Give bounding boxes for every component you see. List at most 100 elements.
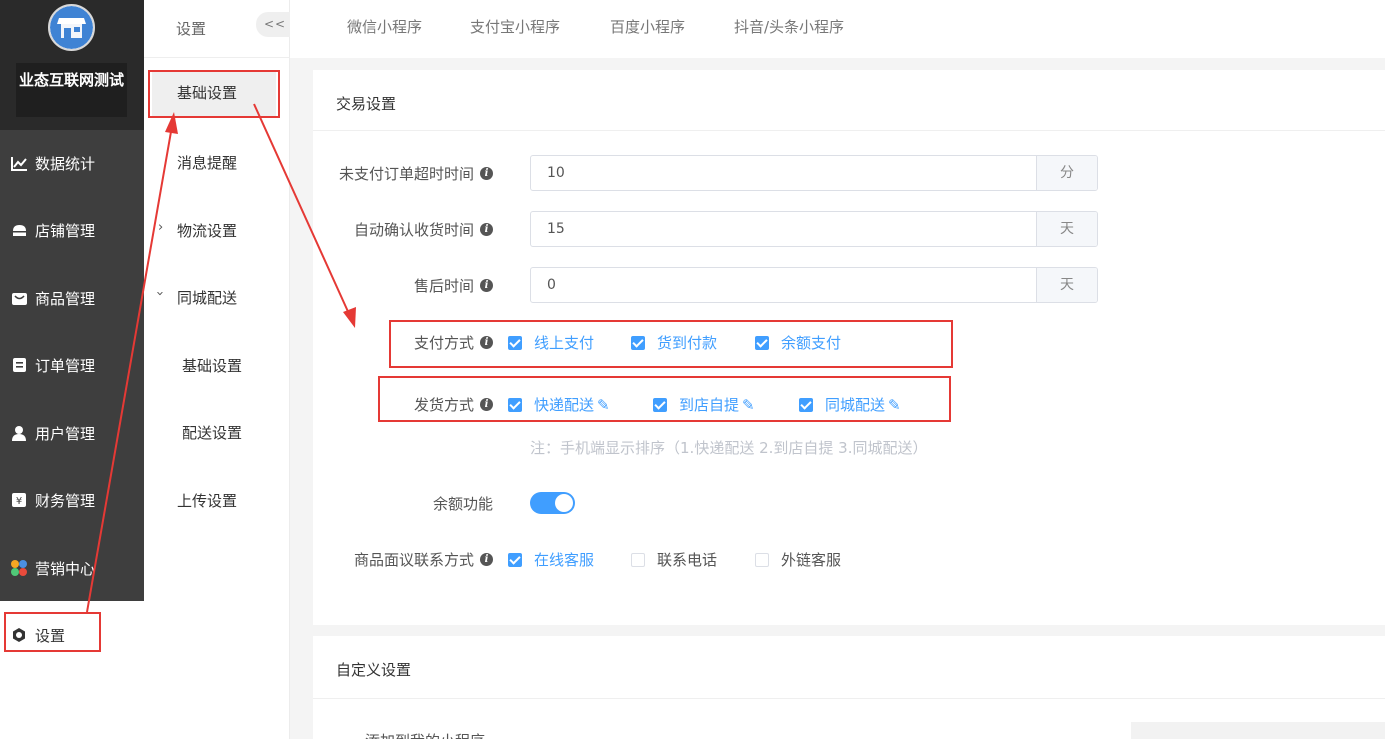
- sidebar-item-store[interactable]: 店铺管理: [0, 210, 144, 250]
- payment-balance-checkbox[interactable]: 余额支付: [755, 332, 841, 353]
- checkbox-checked[interactable]: [508, 335, 522, 350]
- sidebar-item-marketing[interactable]: 营销中心: [0, 548, 144, 588]
- marketing-icon: [10, 559, 28, 577]
- shipping-order-note: 注：手机端显示排序（1.快递配送 2.到店自提 3.同城配送）: [530, 439, 928, 457]
- payment-cod-checkbox[interactable]: 货到付款: [631, 332, 717, 353]
- after-sale-field[interactable]: 0 天: [530, 267, 1098, 303]
- unpaid-timeout-label: 未支付订单超时时间 i: [313, 163, 493, 184]
- checkbox-checked[interactable]: [755, 335, 769, 350]
- sidebar-item-label: 营销中心: [35, 559, 96, 578]
- sidebar-item-products[interactable]: 商品管理: [0, 278, 144, 318]
- checkbox-unchecked[interactable]: [631, 552, 645, 567]
- contact-external-checkbox[interactable]: 外链客服: [755, 549, 841, 570]
- checkbox-label: 快递配送: [534, 396, 595, 414]
- info-icon[interactable]: i: [480, 167, 493, 180]
- checkbox-label: 余额支付: [781, 334, 842, 352]
- toggle-knob: [555, 494, 573, 512]
- finance-icon: ¥: [10, 491, 28, 509]
- auto-confirm-value[interactable]: 15: [531, 212, 1036, 246]
- chevron-down-icon: ›: [152, 290, 168, 297]
- sidebar-item-users[interactable]: 用户管理: [0, 413, 144, 453]
- sidebar-item-settings[interactable]: 设置: [0, 601, 144, 669]
- subnav-item-upload[interactable]: 上传设置: [177, 490, 237, 511]
- unpaid-timeout-field[interactable]: 10 分: [530, 155, 1098, 191]
- line-chart-icon: [10, 154, 28, 172]
- subnav-item-city-delivery[interactable]: 同城配送: [177, 287, 237, 308]
- sidebar-header: 业态互联网测试: [0, 0, 144, 130]
- edit-pencil-icon[interactable]: ✎: [742, 396, 755, 414]
- payment-online-checkbox[interactable]: 线上支付: [508, 332, 594, 353]
- trade-settings-card: 交易设置 未支付订单超时时间 i 10 分 自动确认收货时间 i 15 天 售后时间…: [313, 70, 1385, 625]
- app-root: 业态互联网测试 数据统计 店铺管理 商品管理 订单管理 用户管理 ¥ 财务管理: [0, 0, 1385, 739]
- subnav-item-message[interactable]: 消息提醒: [177, 152, 237, 173]
- info-icon[interactable]: i: [480, 336, 493, 349]
- card-title: 自定义设置: [336, 661, 412, 679]
- balance-toggle[interactable]: [530, 492, 575, 514]
- sidebar-item-label: 店铺管理: [35, 221, 96, 240]
- sidebar-item-label: 财务管理: [35, 491, 96, 510]
- subnav-item-logistics[interactable]: 物流设置: [177, 220, 237, 241]
- shipping-express-checkbox[interactable]: 快递配送 ✎: [508, 394, 610, 415]
- after-sale-value[interactable]: 0: [531, 268, 1036, 302]
- checkbox-checked[interactable]: [508, 397, 522, 412]
- preview-panel: [1131, 722, 1385, 739]
- info-icon[interactable]: i: [480, 279, 493, 292]
- sidebar-item-orders[interactable]: 订单管理: [0, 345, 144, 385]
- auto-confirm-field[interactable]: 15 天: [530, 211, 1098, 247]
- subnav-item-city-basic[interactable]: 基础设置: [182, 355, 242, 376]
- checkbox-label: 到店自提: [679, 396, 740, 414]
- info-icon[interactable]: i: [480, 553, 493, 566]
- tab-douyin[interactable]: 抖音/头条小程序: [734, 16, 844, 37]
- tab-wechat[interactable]: 微信小程序: [347, 16, 422, 37]
- platform-tabs: 微信小程序 支付宝小程序 百度小程序 抖音/头条小程序: [290, 0, 1385, 58]
- checkbox-label: 在线客服: [534, 551, 595, 569]
- checkbox-checked[interactable]: [508, 552, 522, 567]
- sidebar-item-finance[interactable]: ¥ 财务管理: [0, 480, 144, 520]
- payment-method-label: 支付方式 i: [313, 332, 493, 353]
- shop-logo-icon[interactable]: [48, 4, 95, 51]
- contact-online-checkbox[interactable]: 在线客服: [508, 549, 594, 570]
- sidebar-item-label: 数据统计: [35, 154, 96, 173]
- checkbox-label: 同城配送: [825, 396, 886, 414]
- collapse-button[interactable]: <<: [256, 12, 292, 37]
- subnav-item-basic[interactable]: 基础设置: [152, 70, 276, 116]
- card-title: 交易设置: [336, 95, 397, 113]
- contact-method-label: 商品面议联系方式 i: [313, 549, 493, 570]
- unpaid-timeout-value[interactable]: 10: [531, 156, 1036, 190]
- shipping-pickup-checkbox[interactable]: 到店自提 ✎: [653, 394, 755, 415]
- sidebar-footer: [0, 669, 144, 739]
- checkbox-unchecked[interactable]: [755, 552, 769, 567]
- add-miniprogram-label: 添加到我的小程序: [365, 730, 485, 739]
- tab-baidu[interactable]: 百度小程序: [610, 16, 685, 37]
- balance-function-label: 余额功能: [313, 493, 493, 514]
- checkbox-checked[interactable]: [799, 397, 813, 412]
- checkbox-label: 联系电话: [657, 551, 718, 569]
- checkbox-checked[interactable]: [653, 397, 667, 412]
- user-icon: [10, 424, 28, 442]
- label-text: 商品面议联系方式: [353, 551, 474, 569]
- subnav-title: 设置: [176, 20, 207, 38]
- label-text: 余额功能: [432, 495, 493, 513]
- svg-text:¥: ¥: [16, 496, 22, 507]
- shipping-city-checkbox[interactable]: 同城配送 ✎: [799, 394, 901, 415]
- settings-subnav: 设置 << 基础设置 消息提醒 › 物流设置 › 同城配送 基础设置 配送设置 …: [144, 0, 292, 739]
- tab-alipay[interactable]: 支付宝小程序: [470, 16, 560, 37]
- sidebar-item-label: 商品管理: [35, 289, 96, 308]
- chevron-right-icon: ›: [158, 220, 164, 235]
- info-icon[interactable]: i: [480, 398, 493, 411]
- edit-pencil-icon[interactable]: ✎: [597, 396, 610, 414]
- label-text: 支付方式: [413, 334, 474, 352]
- checkbox-label: 线上支付: [534, 334, 595, 352]
- label-text: 自动确认收货时间: [353, 221, 474, 239]
- edit-pencil-icon[interactable]: ✎: [888, 396, 901, 414]
- auto-confirm-label: 自动确认收货时间 i: [313, 219, 493, 240]
- checkbox-checked[interactable]: [631, 335, 645, 350]
- subnav-item-city-config[interactable]: 配送设置: [182, 422, 242, 443]
- after-sale-label: 售后时间 i: [313, 275, 493, 296]
- info-icon[interactable]: i: [480, 223, 493, 236]
- settings-icon: [10, 626, 28, 644]
- sidebar-item-label: 订单管理: [35, 356, 96, 375]
- contact-phone-checkbox[interactable]: 联系电话: [631, 549, 717, 570]
- sidebar-item-statistics[interactable]: 数据统计: [0, 143, 144, 183]
- unit-label: 分: [1036, 156, 1097, 190]
